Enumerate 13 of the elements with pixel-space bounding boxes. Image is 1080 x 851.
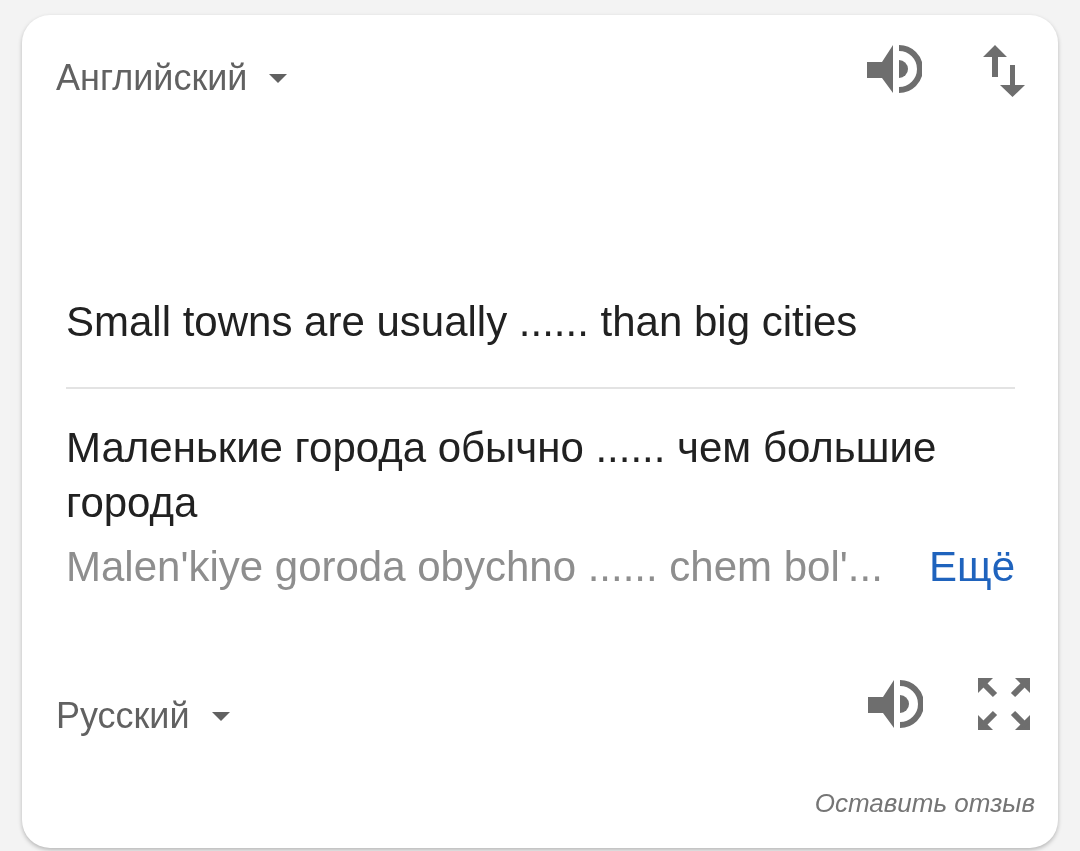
language-selector[interactable]: Английский [56, 57, 288, 99]
feedback-link[interactable]: Оставить отзыв [814, 786, 1035, 820]
swap-icon[interactable] [982, 44, 1026, 98]
fullscreen-icon[interactable] [976, 676, 1032, 732]
language-selector[interactable]: Русский [56, 695, 230, 737]
speaker-icon[interactable] [866, 43, 922, 95]
caret-icon [269, 73, 288, 83]
source-text: Small towns are usually ...... than big cities [66, 297, 859, 347]
translation-text: Маленькие города обычно ...... чем большие города [66, 423, 938, 528]
caret-icon [211, 711, 230, 721]
transliteration-text: Malen'kiye goroda obychno ...... chem bol'... [66, 542, 883, 592]
more-link[interactable]: Ещё [929, 542, 1015, 592]
speaker-icon[interactable] [867, 678, 923, 730]
